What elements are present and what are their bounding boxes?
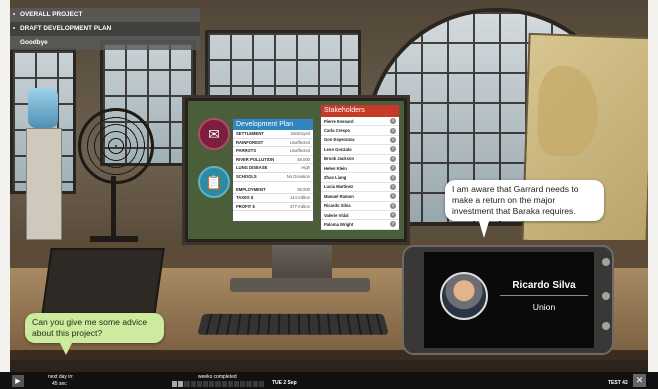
week-segment bbox=[190, 381, 196, 387]
right-border bbox=[648, 0, 658, 389]
stakeholder-item[interactable]: Helen Klein? bbox=[321, 164, 399, 174]
week-segment bbox=[203, 381, 209, 387]
week-segment bbox=[196, 381, 203, 387]
finance-row: TAXES $144 million bbox=[233, 194, 313, 203]
next-day-time: 45 sec bbox=[52, 381, 67, 387]
weeks-progress-bar bbox=[172, 381, 265, 387]
info-icon[interactable]: ? bbox=[390, 127, 396, 134]
menu-goodbye[interactable]: Goodbye bbox=[10, 36, 200, 50]
mail-icon: ✉ bbox=[208, 125, 220, 142]
info-icon[interactable]: ? bbox=[390, 146, 396, 153]
info-icon[interactable]: ? bbox=[390, 193, 396, 200]
info-icon[interactable]: ? bbox=[390, 212, 396, 219]
water-cooler bbox=[26, 128, 62, 240]
finance-row: EMPLOYMENT 38,000 bbox=[233, 186, 313, 195]
left-border bbox=[0, 0, 10, 389]
info-icon[interactable]: ? bbox=[390, 165, 396, 172]
week-segment bbox=[252, 381, 258, 387]
mail-button[interactable]: ✉ bbox=[198, 118, 230, 150]
stakeholder-item[interactable]: Zhao Liang? bbox=[321, 173, 399, 183]
stakeholder-item[interactable]: Brook Jackson? bbox=[321, 155, 399, 164]
week-segment bbox=[258, 381, 265, 387]
week-segment bbox=[240, 381, 246, 387]
speech-bubble-tail bbox=[478, 218, 490, 238]
week-segment bbox=[221, 381, 227, 387]
stakeholders-panel: Stakeholders Pierre Evenard? Carla Cresp… bbox=[320, 104, 400, 230]
standing-fan bbox=[78, 108, 154, 242]
close-icon: ✕ bbox=[635, 375, 644, 385]
advice-bubble-tail bbox=[60, 343, 72, 355]
week-segment bbox=[209, 381, 215, 387]
plan-row: SCHOOLS No Donation bbox=[233, 173, 313, 182]
finance-row: PROFIT $377 million bbox=[233, 203, 313, 212]
stakeholder-item[interactable]: Pierre Evenard? bbox=[321, 117, 399, 127]
caller-avatar bbox=[440, 272, 488, 320]
plan-row: PARROTS Unaffected bbox=[233, 147, 313, 156]
menu-overall-project[interactable]: • OVERALL PROJECT bbox=[10, 8, 200, 22]
stakeholder-item[interactable]: Gon Esperanza? bbox=[321, 136, 399, 146]
development-plan-title: Development Plan bbox=[233, 119, 313, 130]
stakeholder-item[interactable]: Ricardo Silva? bbox=[321, 202, 399, 211]
monitor-stand bbox=[272, 240, 332, 280]
plan-row: RIVER POLLUTION 48,000 bbox=[233, 156, 313, 165]
caller-group: Union bbox=[532, 302, 556, 312]
week-segment bbox=[178, 381, 184, 387]
info-icon[interactable]: ? bbox=[390, 221, 396, 228]
week-segment bbox=[234, 381, 240, 387]
monitor-base bbox=[230, 278, 370, 292]
info-icon[interactable]: ? bbox=[390, 155, 396, 162]
current-date: TUE 2 Sep bbox=[272, 380, 297, 386]
bottom-status-bar: next day in: 45 sec weeks completed TUE … bbox=[0, 372, 658, 389]
stakeholder-item[interactable]: Carla Crespo? bbox=[321, 126, 399, 136]
stakeholders-title: Stakeholders bbox=[321, 105, 399, 117]
play-button[interactable]: ▶ bbox=[12, 375, 24, 387]
week-segment bbox=[172, 381, 178, 387]
plan-row: LUNG DISEASE High bbox=[233, 164, 313, 173]
week-segment bbox=[215, 381, 221, 387]
plan-row: RAINFOREST Unaffected bbox=[233, 139, 313, 148]
speech-bubble-stakeholder: I am aware that Garrard needs to make a … bbox=[445, 180, 604, 221]
info-icon[interactable]: ? bbox=[390, 174, 396, 181]
info-icon[interactable]: ? bbox=[390, 118, 396, 125]
test-label: TEST 42 bbox=[608, 380, 628, 386]
advice-question-button[interactable]: Can you give me some advice about this p… bbox=[25, 313, 164, 343]
week-segment bbox=[246, 381, 252, 387]
phone-button bbox=[602, 292, 610, 300]
menu-draft-development-plan[interactable]: • DRAFT DEVELOPMENT PLAN bbox=[10, 22, 200, 36]
keyboard bbox=[197, 313, 389, 335]
next-day-label: next day in: bbox=[48, 374, 74, 380]
top-menu: • OVERALL PROJECT • DRAFT DEVELOPMENT PLAN… bbox=[10, 8, 200, 50]
week-segment bbox=[184, 381, 190, 387]
stakeholder-item[interactable]: Manuel Ramon? bbox=[321, 192, 399, 202]
development-plan-panel[interactable]: Development Plan SETTLEMENT Destroyed RAI… bbox=[232, 118, 314, 222]
clipboard-button[interactable]: 📋 bbox=[198, 166, 230, 198]
caller-name: Ricardo Silva bbox=[512, 280, 576, 291]
plan-row: SETTLEMENT Destroyed bbox=[233, 130, 313, 139]
water-cooler-bottle bbox=[28, 88, 58, 128]
caller-divider bbox=[500, 295, 588, 296]
stakeholder-item[interactable]: Leon Gonzalo? bbox=[321, 145, 399, 155]
phone-button bbox=[602, 258, 610, 266]
phone-button bbox=[602, 322, 610, 330]
stakeholder-item[interactable]: Lucia Martinez? bbox=[321, 183, 399, 193]
play-icon: ▶ bbox=[15, 378, 21, 385]
stakeholder-item[interactable]: Paloma Wright? bbox=[321, 220, 399, 230]
week-segment bbox=[227, 381, 234, 387]
clipboard-icon: 📋 bbox=[205, 173, 223, 190]
close-button[interactable]: ✕ bbox=[633, 374, 646, 387]
info-icon[interactable]: ? bbox=[390, 136, 396, 143]
info-icon[interactable]: ? bbox=[390, 183, 396, 190]
info-icon[interactable]: ? bbox=[390, 202, 396, 209]
stakeholder-item[interactable]: Valerie Vidal? bbox=[321, 211, 399, 221]
weeks-completed-label: weeks completed bbox=[198, 374, 237, 380]
